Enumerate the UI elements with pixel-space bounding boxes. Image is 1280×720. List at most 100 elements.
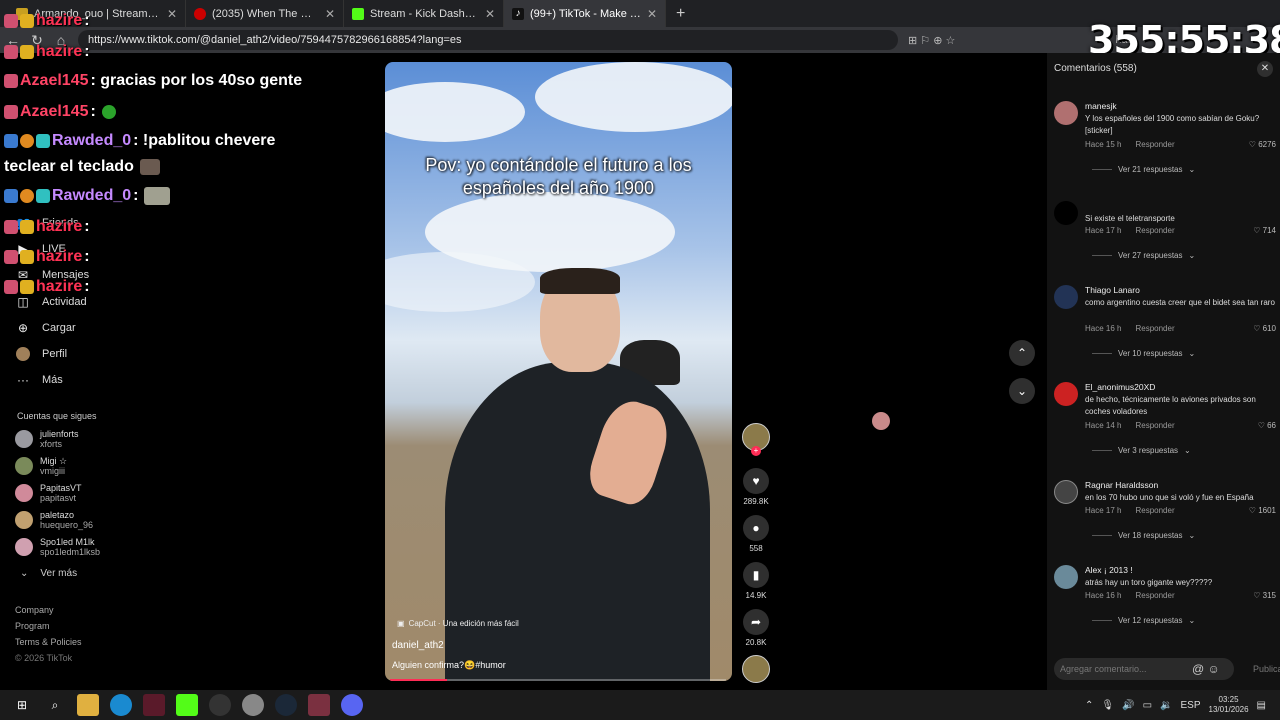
windows-start-icon[interactable]: ⊞ bbox=[11, 694, 33, 716]
comment-username[interactable]: Ragnar Haraldsson bbox=[1085, 480, 1158, 490]
follow-plus-icon[interactable]: + bbox=[751, 446, 761, 456]
notification-icon[interactable]: ▤ bbox=[1257, 700, 1266, 711]
comment-like-button[interactable]: ♡ 315 bbox=[1253, 591, 1276, 600]
reply-button[interactable]: Responder bbox=[1135, 506, 1174, 515]
comment-username[interactable]: Thiago Lanaro bbox=[1085, 285, 1140, 295]
tab-kick[interactable]: Stream - Kick Dashboard ✕ bbox=[344, 0, 504, 27]
volume-icon[interactable]: 🔉 bbox=[1160, 700, 1172, 711]
view-replies-label: Ver 18 respuestas bbox=[1118, 531, 1183, 540]
comment-like-button[interactable]: ♡ 714 bbox=[1253, 226, 1276, 235]
divider bbox=[1092, 450, 1112, 451]
reply-button[interactable]: Responder bbox=[1135, 226, 1174, 235]
view-replies-button[interactable]: Ver 21 respuestas ⌄ bbox=[1092, 165, 1195, 174]
comment-username[interactable]: manesjk bbox=[1085, 101, 1117, 111]
comment-username[interactable]: El_anonimus20XD bbox=[1085, 382, 1155, 392]
sidebar-item-upload[interactable]: ⊕ Cargar bbox=[16, 321, 76, 335]
chat-text: : bbox=[84, 12, 90, 29]
view-replies-button[interactable]: Ver 12 respuestas ⌄ bbox=[1092, 616, 1195, 625]
file-explorer-icon[interactable] bbox=[77, 694, 99, 716]
creator-avatar-button[interactable]: + bbox=[739, 423, 773, 456]
volume-icon[interactable]: 🔊 bbox=[1122, 700, 1134, 711]
language-indicator[interactable]: ESP bbox=[1180, 700, 1200, 711]
sound-avatar-button[interactable] bbox=[739, 655, 773, 683]
avatar[interactable] bbox=[1054, 201, 1078, 225]
publish-button[interactable]: Publicar bbox=[1253, 664, 1280, 674]
comment-like-button[interactable]: ♡ 610 bbox=[1253, 324, 1276, 333]
close-icon[interactable]: ✕ bbox=[1257, 61, 1273, 77]
comment-count: 558 bbox=[749, 544, 763, 553]
network-icon[interactable]: ▭ bbox=[1143, 700, 1152, 711]
video-progress-bar[interactable] bbox=[390, 679, 726, 681]
comment-username[interactable]: Alex ¡ 2013 ! bbox=[1085, 565, 1133, 575]
sidebar-item-more[interactable]: ··· Más bbox=[16, 373, 63, 387]
reply-button[interactable]: Responder bbox=[1135, 421, 1174, 430]
divider bbox=[1092, 535, 1112, 536]
comment-like-button[interactable]: ♡ 1601 bbox=[1249, 506, 1276, 515]
comments-panel: Comentarios (558) ✕ manesjk Y los españo… bbox=[1047, 53, 1280, 690]
search-icon[interactable]: ⌕ bbox=[44, 694, 66, 716]
comment-like-button[interactable]: ♡ 66 bbox=[1258, 421, 1276, 430]
next-video-button[interactable]: ⌄ bbox=[1009, 378, 1035, 404]
see-more-button[interactable]: ⌄ Ver más bbox=[20, 568, 77, 579]
view-replies-button[interactable]: Ver 18 respuestas ⌄ bbox=[1092, 531, 1195, 540]
comment-like-button[interactable]: ♡ 6276 bbox=[1249, 140, 1276, 149]
comment-meta: Hace 16 h Responder bbox=[1085, 591, 1175, 600]
following-name: Migi ☆ bbox=[40, 456, 68, 466]
save-button[interactable]: ▮ 14.9K bbox=[739, 562, 773, 600]
avatar[interactable] bbox=[1054, 382, 1078, 406]
chat-username: hazire bbox=[36, 248, 83, 265]
following-item[interactable]: julienforts xforts bbox=[15, 429, 79, 449]
capcut-tag[interactable]: ▣ CapCut · Una edición más fácil bbox=[397, 619, 519, 628]
view-replies-button[interactable]: Ver 27 respuestas ⌄ bbox=[1092, 251, 1195, 260]
like-button[interactable]: ♥ 289.8K bbox=[739, 468, 773, 506]
share-icon: ➦ bbox=[743, 609, 769, 635]
following-handle: vmigiii bbox=[40, 466, 66, 476]
reply-button[interactable]: Responder bbox=[1135, 591, 1174, 600]
heart-icon: ♡ bbox=[1248, 506, 1259, 515]
following-item[interactable]: Spo1led M1lk spo1ledm1lksb bbox=[15, 537, 100, 557]
obs-icon[interactable] bbox=[209, 694, 231, 716]
following-item[interactable]: Migi ☆ vmigiii bbox=[15, 456, 67, 476]
following-item[interactable]: paletazo huequero_96 bbox=[15, 510, 93, 530]
chat-text: : bbox=[84, 278, 90, 295]
share-button[interactable]: ➦ 20.8K bbox=[739, 609, 773, 647]
previous-video-button[interactable]: ⌃ bbox=[1009, 340, 1035, 366]
capcut-icon: ▣ bbox=[397, 619, 405, 628]
reply-button[interactable]: Responder bbox=[1135, 324, 1174, 333]
footer-link-terms[interactable]: Terms & Policies bbox=[15, 637, 82, 647]
microphone-icon[interactable]: 🎙 bbox=[1101, 700, 1114, 711]
footer-link-program[interactable]: Program bbox=[15, 621, 50, 631]
chat-text: : bbox=[84, 43, 90, 60]
app-icon[interactable] bbox=[242, 694, 264, 716]
avatar[interactable] bbox=[1054, 101, 1078, 125]
app-icon[interactable] bbox=[143, 694, 165, 716]
app-icon[interactable] bbox=[308, 694, 330, 716]
steam-icon[interactable] bbox=[275, 694, 297, 716]
extensions-icon[interactable]: ⊞ ⚐ ⊕ ☆ bbox=[908, 34, 955, 47]
kick-icon[interactable] bbox=[176, 694, 198, 716]
clock[interactable]: 03:25 13/01/2026 bbox=[1209, 695, 1249, 715]
view-replies-button[interactable]: Ver 10 respuestas ⌄ bbox=[1092, 349, 1195, 358]
view-replies-button[interactable]: Ver 3 respuestas ⌄ bbox=[1092, 446, 1191, 455]
chevron-up-icon: ⌃ bbox=[1016, 346, 1028, 360]
following-item[interactable]: PapitasVT papitasvt bbox=[15, 483, 82, 503]
following-name: julienforts bbox=[40, 429, 79, 439]
close-icon[interactable]: ✕ bbox=[647, 7, 657, 21]
new-tab-button[interactable]: + bbox=[666, 5, 695, 23]
reply-button[interactable]: Responder bbox=[1135, 140, 1174, 149]
close-icon[interactable]: ✕ bbox=[485, 7, 495, 21]
video-player[interactable]: Pov: yo contándole el futuro a los españ… bbox=[385, 62, 732, 681]
video-author[interactable]: daniel_ath2 bbox=[392, 640, 444, 651]
discord-icon[interactable] bbox=[341, 694, 363, 716]
plus-icon: ⊕ bbox=[17, 321, 29, 335]
comment-button[interactable]: ● 558 bbox=[739, 515, 773, 553]
sidebar-item-profile[interactable]: Perfil bbox=[16, 347, 67, 361]
avatar[interactable] bbox=[1054, 565, 1078, 589]
chevron-up-icon[interactable]: ⌃ bbox=[1085, 700, 1093, 711]
edge-browser-icon[interactable] bbox=[110, 694, 132, 716]
mention-emoji-icons[interactable]: @ ☺ bbox=[1192, 662, 1220, 676]
avatar[interactable] bbox=[1054, 285, 1078, 309]
footer-link-company[interactable]: Company bbox=[15, 605, 54, 615]
tab-tiktok[interactable]: ♪ (99+) TikTok - Make Your Day ✕ bbox=[504, 0, 666, 27]
avatar[interactable] bbox=[1054, 480, 1078, 504]
